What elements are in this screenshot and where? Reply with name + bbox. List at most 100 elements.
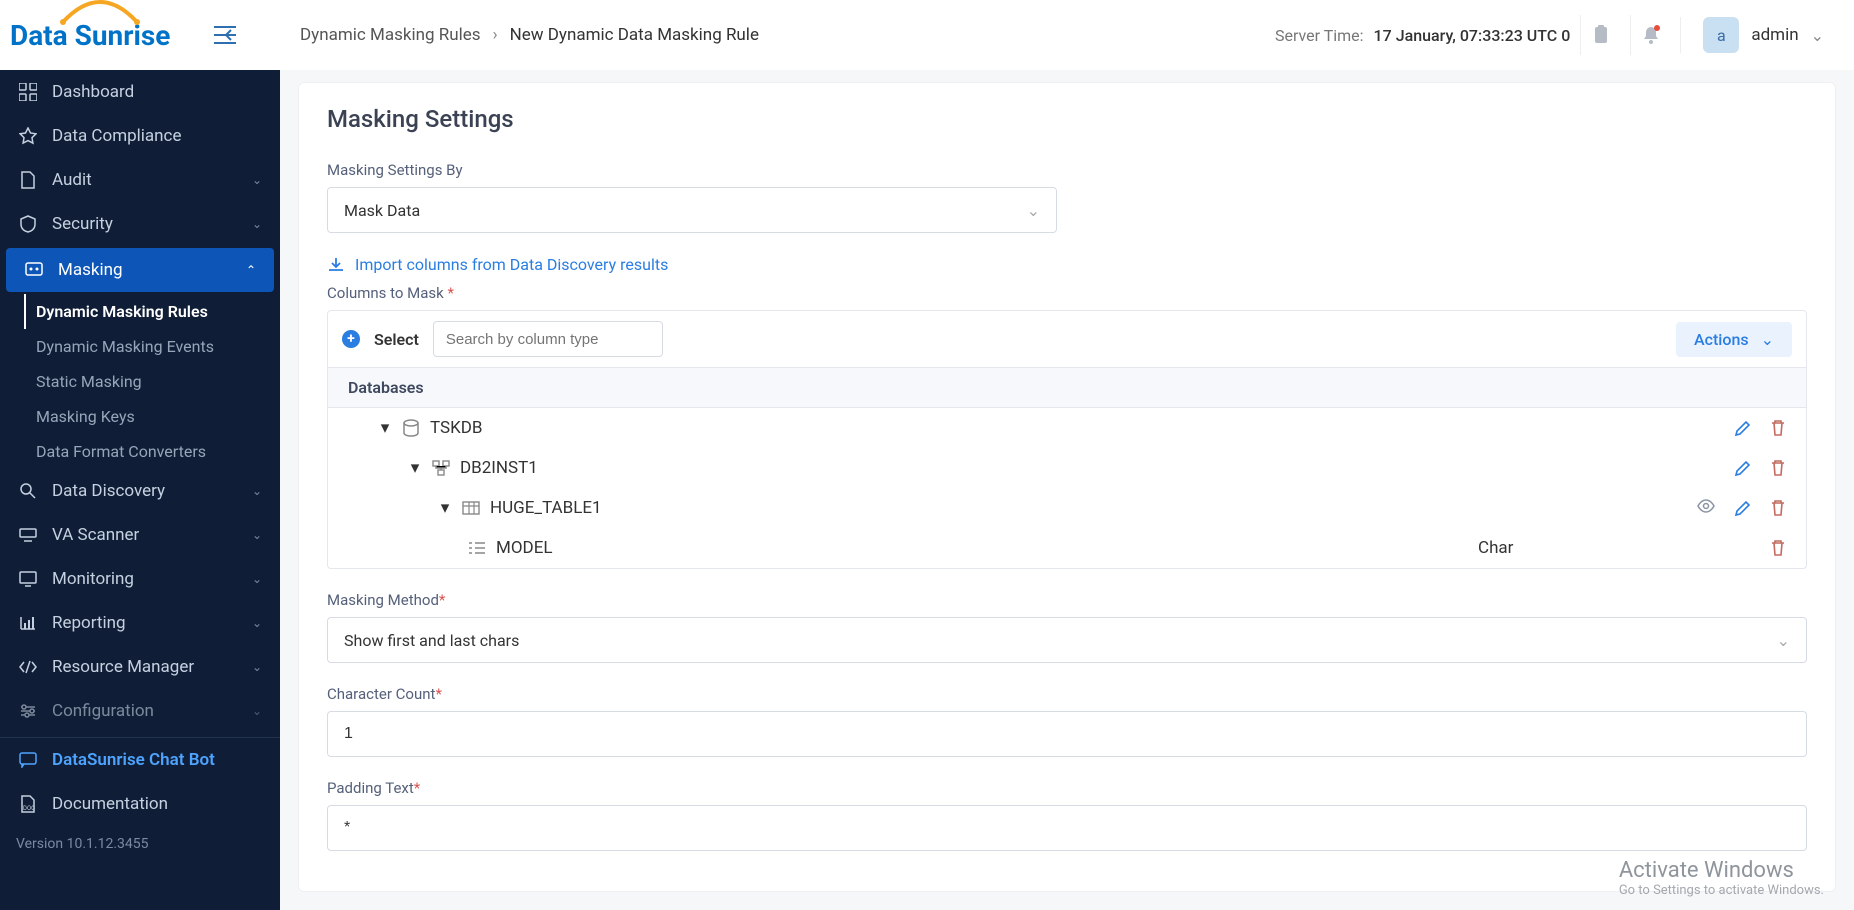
- sidebar-item-va-scanner[interactable]: VA Scanner ⌄: [0, 513, 280, 557]
- sub-item-dynamic-rules[interactable]: Dynamic Masking Rules: [24, 294, 280, 329]
- version-label: Version 10.1.12.3455: [0, 826, 280, 862]
- plus-icon[interactable]: +: [342, 330, 360, 348]
- input-char-count[interactable]: [327, 711, 1807, 757]
- delete-icon[interactable]: [1770, 459, 1786, 477]
- columns-tree: ▾ TSKDB ▾ DB2INST1 ▾ HU: [327, 408, 1807, 569]
- tree-column-name: MODEL: [496, 538, 553, 558]
- user-menu[interactable]: a admin ⌄: [1680, 17, 1824, 53]
- sidebar-item-dashboard[interactable]: Dashboard: [0, 70, 280, 114]
- clipboard-icon: [1591, 25, 1611, 45]
- sidebar-bottom: DataSunrise Chat Bot DOC Documentation V…: [0, 737, 280, 862]
- sub-item-static-masking[interactable]: Static Masking: [36, 364, 280, 399]
- sidebar-label-compliance: Data Compliance: [52, 126, 181, 146]
- columns-toolbar: + Select Actions ⌄: [327, 310, 1807, 368]
- tree-toggle[interactable]: ▾: [408, 458, 422, 478]
- section-title: Masking Settings: [327, 105, 1807, 133]
- actions-label: Actions: [1694, 330, 1749, 349]
- required-star: *: [448, 284, 454, 302]
- delete-icon[interactable]: [1770, 539, 1786, 557]
- tree-column-type: Char: [1478, 538, 1513, 558]
- select-settings-by[interactable]: Mask Data ⌄: [327, 187, 1057, 233]
- select-button-label[interactable]: Select: [374, 330, 419, 349]
- sidebar-label-masking: Masking: [58, 260, 123, 280]
- database-icon: [402, 419, 420, 437]
- svg-text:DOC: DOC: [23, 805, 35, 812]
- sub-item-format-converters[interactable]: Data Format Converters: [36, 434, 280, 469]
- mask-icon: [24, 260, 44, 280]
- tree-table-name: HUGE_TABLE1: [490, 498, 602, 518]
- input-padding-text[interactable]: [327, 805, 1807, 851]
- star-icon: [18, 126, 38, 146]
- label-masking-method-text: Masking Method: [327, 591, 439, 609]
- sub-item-dynamic-events[interactable]: Dynamic Masking Events: [36, 329, 280, 364]
- doc-icon: DOC: [18, 794, 38, 814]
- edit-icon[interactable]: [1734, 419, 1752, 437]
- tree-toggle[interactable]: ▾: [378, 418, 392, 438]
- notifications-button[interactable]: [1630, 15, 1670, 55]
- sidebar-item-monitoring[interactable]: Monitoring ⌄: [0, 557, 280, 601]
- delete-icon[interactable]: [1770, 419, 1786, 437]
- column-icon: [468, 541, 486, 555]
- sidebar-item-reporting[interactable]: Reporting ⌄: [0, 601, 280, 645]
- search-icon: [18, 481, 38, 501]
- main-content: Masking Settings Masking Settings By Mas…: [280, 70, 1854, 910]
- sub-item-masking-keys[interactable]: Masking Keys: [36, 399, 280, 434]
- sidebar-toggle-button[interactable]: [210, 20, 240, 50]
- chevron-down-icon: ⌄: [252, 217, 262, 231]
- chevron-down-icon: ⌄: [252, 616, 262, 630]
- logo: Data Sunrise: [10, 19, 170, 52]
- sidebar-item-configuration[interactable]: Configuration ⌄: [0, 689, 280, 733]
- sidebar-item-masking[interactable]: Masking ⌃: [6, 248, 274, 292]
- sidebar-item-data-discovery[interactable]: Data Discovery ⌄: [0, 469, 280, 513]
- chevron-down-icon: ⌄: [252, 173, 262, 187]
- sidebar-item-resource-manager[interactable]: Resource Manager ⌄: [0, 645, 280, 689]
- monitor-icon: [18, 569, 38, 589]
- chart-icon: [18, 613, 38, 633]
- sidebar-item-security[interactable]: Security ⌄: [0, 202, 280, 246]
- import-columns-link[interactable]: Import columns from Data Discovery resul…: [327, 255, 1807, 274]
- sidebar-label-security: Security: [52, 214, 113, 234]
- windows-watermark: Activate Windows Go to Settings to activ…: [1619, 858, 1824, 898]
- edit-icon[interactable]: [1734, 499, 1752, 517]
- sidebar-item-data-compliance[interactable]: Data Compliance: [0, 114, 280, 158]
- tasks-icon-button[interactable]: [1580, 15, 1620, 55]
- sidebar-item-documentation[interactable]: DOC Documentation: [0, 782, 280, 826]
- chevron-up-icon: ⌃: [246, 263, 256, 277]
- tree-row-database[interactable]: ▾ TSKDB: [328, 408, 1806, 448]
- actions-dropdown[interactable]: Actions ⌄: [1676, 322, 1792, 357]
- sidebar-label-discovery: Data Discovery: [52, 481, 165, 501]
- chevron-down-icon: ⌄: [252, 528, 262, 542]
- tree-row-column[interactable]: MODEL Char: [328, 528, 1806, 568]
- tree-row-table[interactable]: ▾ HUGE_TABLE1: [328, 488, 1806, 528]
- table-icon: [462, 501, 480, 515]
- code-icon: [18, 657, 38, 677]
- logo-area: Data Sunrise: [0, 19, 280, 52]
- schema-icon: [432, 460, 450, 476]
- required-star: *: [435, 685, 441, 703]
- tree-db-name: TSKDB: [430, 418, 483, 438]
- delete-icon[interactable]: [1770, 499, 1786, 517]
- chevron-down-icon: ⌄: [252, 704, 262, 718]
- tree-row-actions: [1696, 499, 1786, 517]
- import-icon: [327, 256, 345, 274]
- select-masking-method[interactable]: Show first and last chars ⌄: [327, 617, 1807, 663]
- chevron-down-icon: ⌄: [1027, 201, 1040, 220]
- breadcrumb-parent[interactable]: Dynamic Masking Rules: [300, 25, 481, 45]
- eye-icon[interactable]: [1696, 499, 1716, 517]
- sidebar-label-monitoring: Monitoring: [52, 569, 134, 589]
- tree-schema-name: DB2INST1: [460, 458, 538, 478]
- tree-row-schema[interactable]: ▾ DB2INST1: [328, 448, 1806, 488]
- tree-toggle[interactable]: ▾: [438, 498, 452, 518]
- sidebar-sub-masking: Dynamic Masking Rules Dynamic Masking Ev…: [0, 294, 280, 469]
- sidebar-item-audit[interactable]: Audit ⌄: [0, 158, 280, 202]
- edit-icon[interactable]: [1734, 459, 1752, 477]
- sidebar: Dashboard Data Compliance Audit ⌄ Securi…: [0, 70, 280, 910]
- label-padding-text-text: Padding Text: [327, 779, 414, 797]
- sidebar-item-chatbot[interactable]: DataSunrise Chat Bot: [0, 738, 280, 782]
- breadcrumb-separator: ›: [493, 25, 498, 45]
- sidebar-label-vascanner: VA Scanner: [52, 525, 139, 545]
- search-column-input[interactable]: [433, 321, 663, 357]
- file-icon: [18, 170, 38, 190]
- label-columns-text: Columns to Mask: [327, 284, 444, 302]
- label-masking-method: Masking Method*: [327, 591, 1807, 609]
